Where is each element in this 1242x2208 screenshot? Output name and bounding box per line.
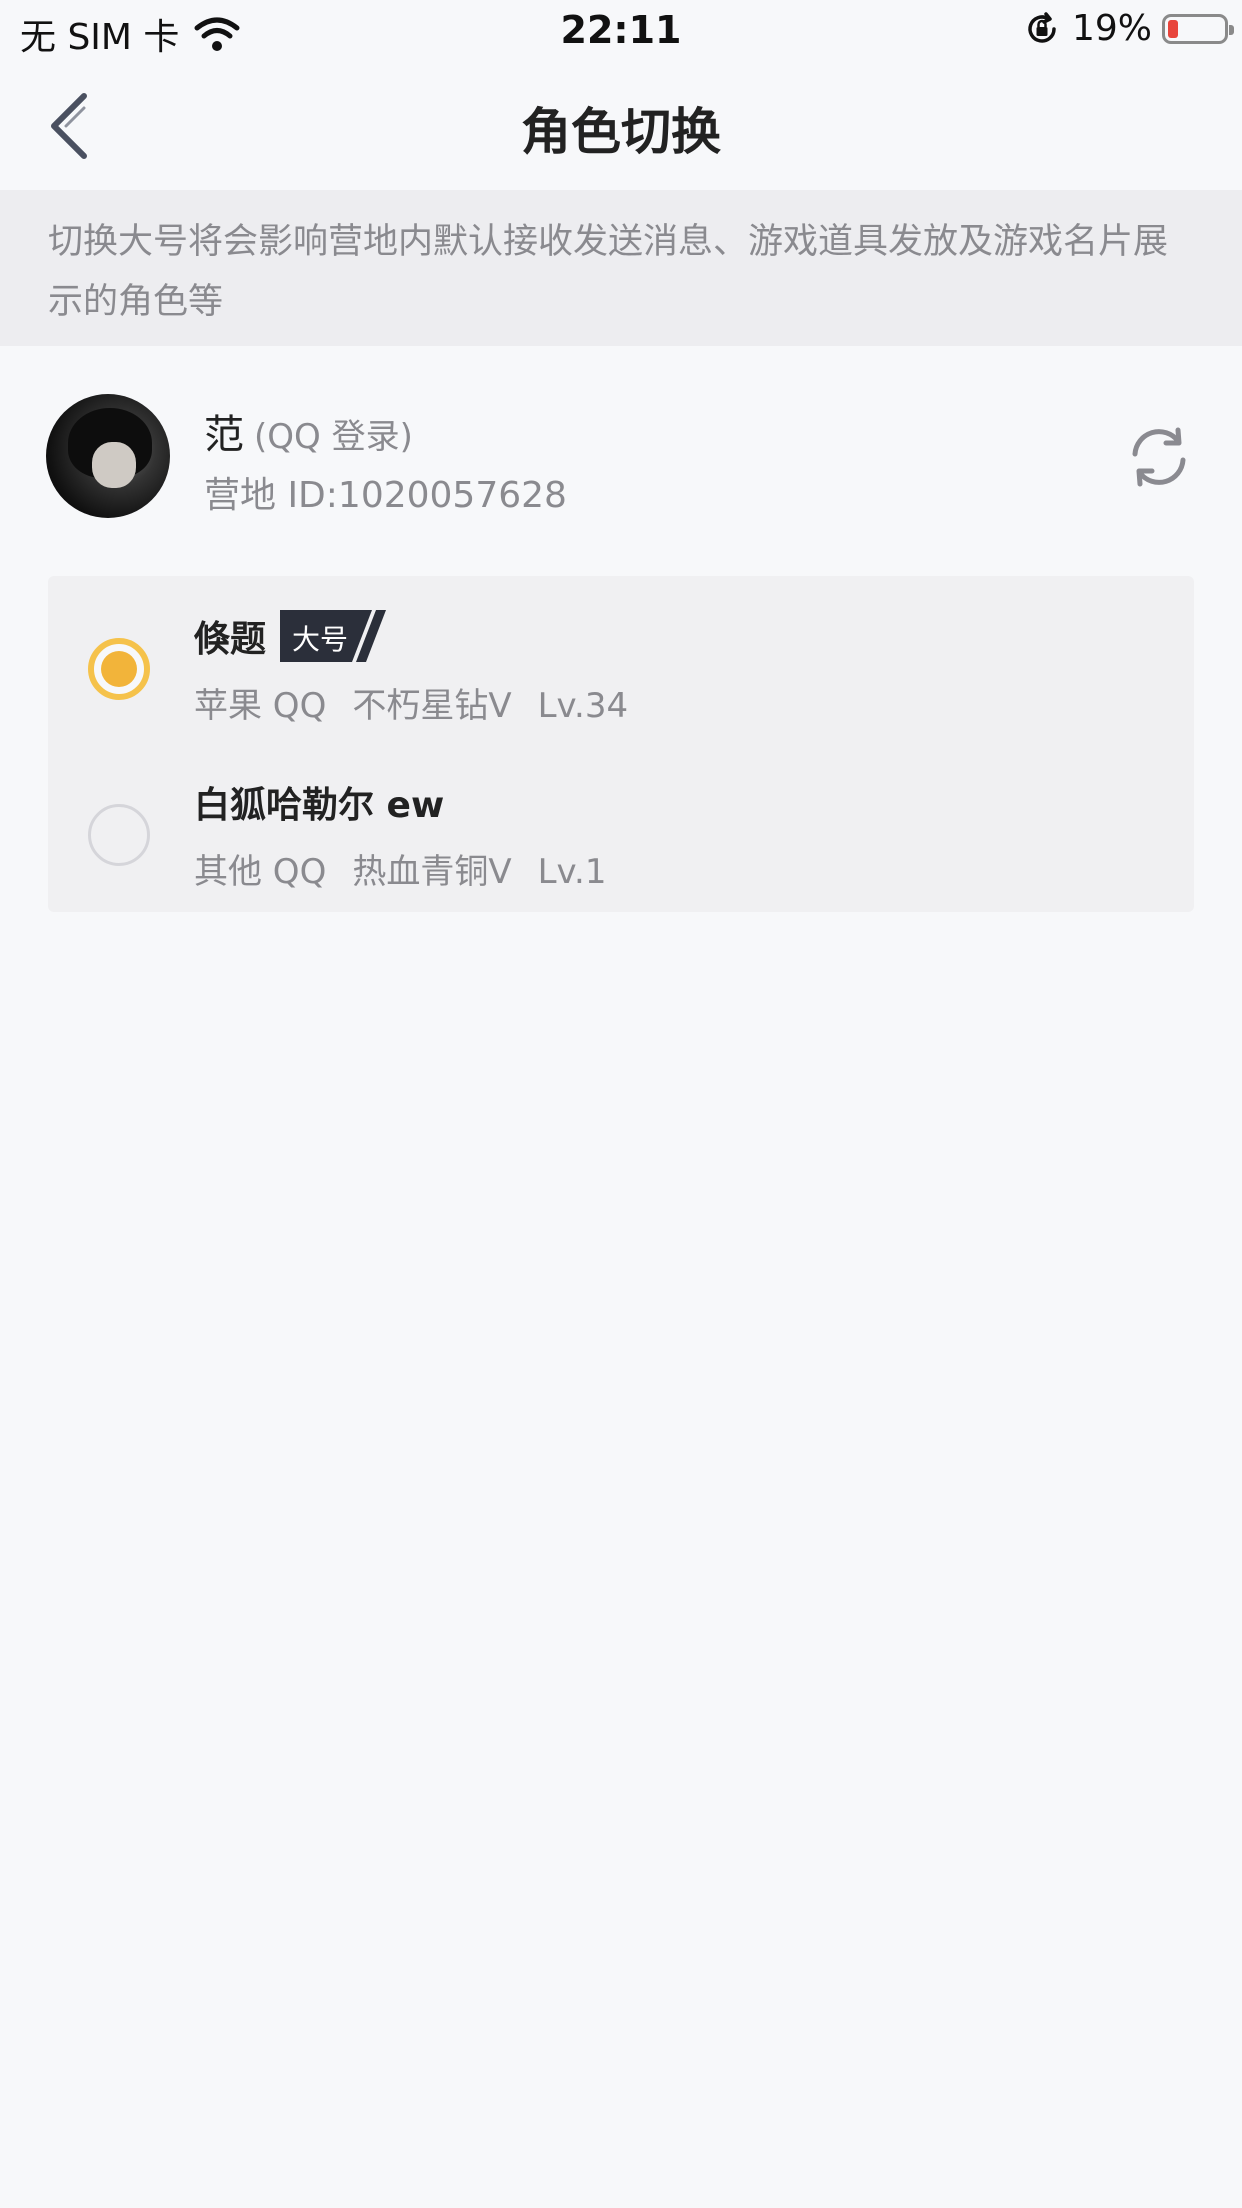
main-account-badge: 大号 bbox=[280, 610, 390, 662]
role-meta: 其他 QQ 热血青铜Ⅴ Lv.1 bbox=[194, 844, 632, 893]
role-name: 倏题 bbox=[194, 619, 267, 660]
page-title: 角色切换 bbox=[521, 103, 721, 161]
refresh-icon bbox=[1132, 427, 1186, 487]
badge-label: 大号 bbox=[292, 623, 349, 656]
role-name-row: 白狐哈勒尔 ew bbox=[194, 776, 444, 828]
role-item[interactable]: 倏题 大号 苹果 QQ 不朽星钻Ⅴ Lv.34 bbox=[48, 588, 1194, 748]
role-platform: 苹果 QQ bbox=[194, 686, 327, 726]
role-platform: 其他 QQ bbox=[194, 852, 327, 892]
battery-icon bbox=[1162, 13, 1234, 44]
avatar bbox=[46, 394, 170, 518]
battery-percent: 19% bbox=[1071, 8, 1152, 49]
profile-header: 范 (QQ 登录) 营地 ID:1020057628 bbox=[0, 346, 1242, 566]
battery-fill bbox=[1168, 19, 1178, 38]
status-right: 19% bbox=[1024, 8, 1234, 49]
notice-banner: 切换大号将会影响营地内默认接收发送消息、游戏道具发放及游戏名片展示的角色等 bbox=[0, 190, 1242, 346]
role-radio-unselected[interactable] bbox=[88, 804, 150, 866]
status-bar: 无 SIM 卡 22:11 19% bbox=[0, 0, 1242, 62]
role-level: Lv.1 bbox=[537, 852, 607, 892]
login-type: (QQ 登录) bbox=[254, 417, 413, 457]
role-name-row: 倏题 大号 bbox=[194, 610, 390, 662]
role-rank: 热血青铜Ⅴ bbox=[352, 852, 512, 892]
profile-name-row: 范 (QQ 登录) bbox=[204, 402, 413, 460]
profile-name: 范 bbox=[204, 412, 244, 458]
role-radio-selected[interactable] bbox=[88, 638, 150, 700]
role-name: 白狐哈勒尔 ew bbox=[194, 785, 445, 826]
role-level: Lv.34 bbox=[537, 686, 629, 726]
role-meta: 苹果 QQ 不朽星钻Ⅴ Lv.34 bbox=[194, 678, 654, 727]
nav-bar: 角色切换 bbox=[0, 62, 1242, 190]
role-rank: 不朽星钻Ⅴ bbox=[352, 686, 512, 726]
role-item[interactable]: 白狐哈勒尔 ew 其他 QQ 热血青铜Ⅴ Lv.1 bbox=[48, 754, 1194, 914]
refresh-button[interactable] bbox=[1126, 424, 1192, 490]
camp-id: 营地 ID:1020057628 bbox=[204, 475, 567, 516]
role-list: 倏题 大号 苹果 QQ 不朽星钻Ⅴ Lv.34 白狐哈勒尔 ew 其他 QQ 热血青铜… bbox=[48, 576, 1194, 912]
orientation-lock-icon bbox=[1028, 11, 1056, 43]
